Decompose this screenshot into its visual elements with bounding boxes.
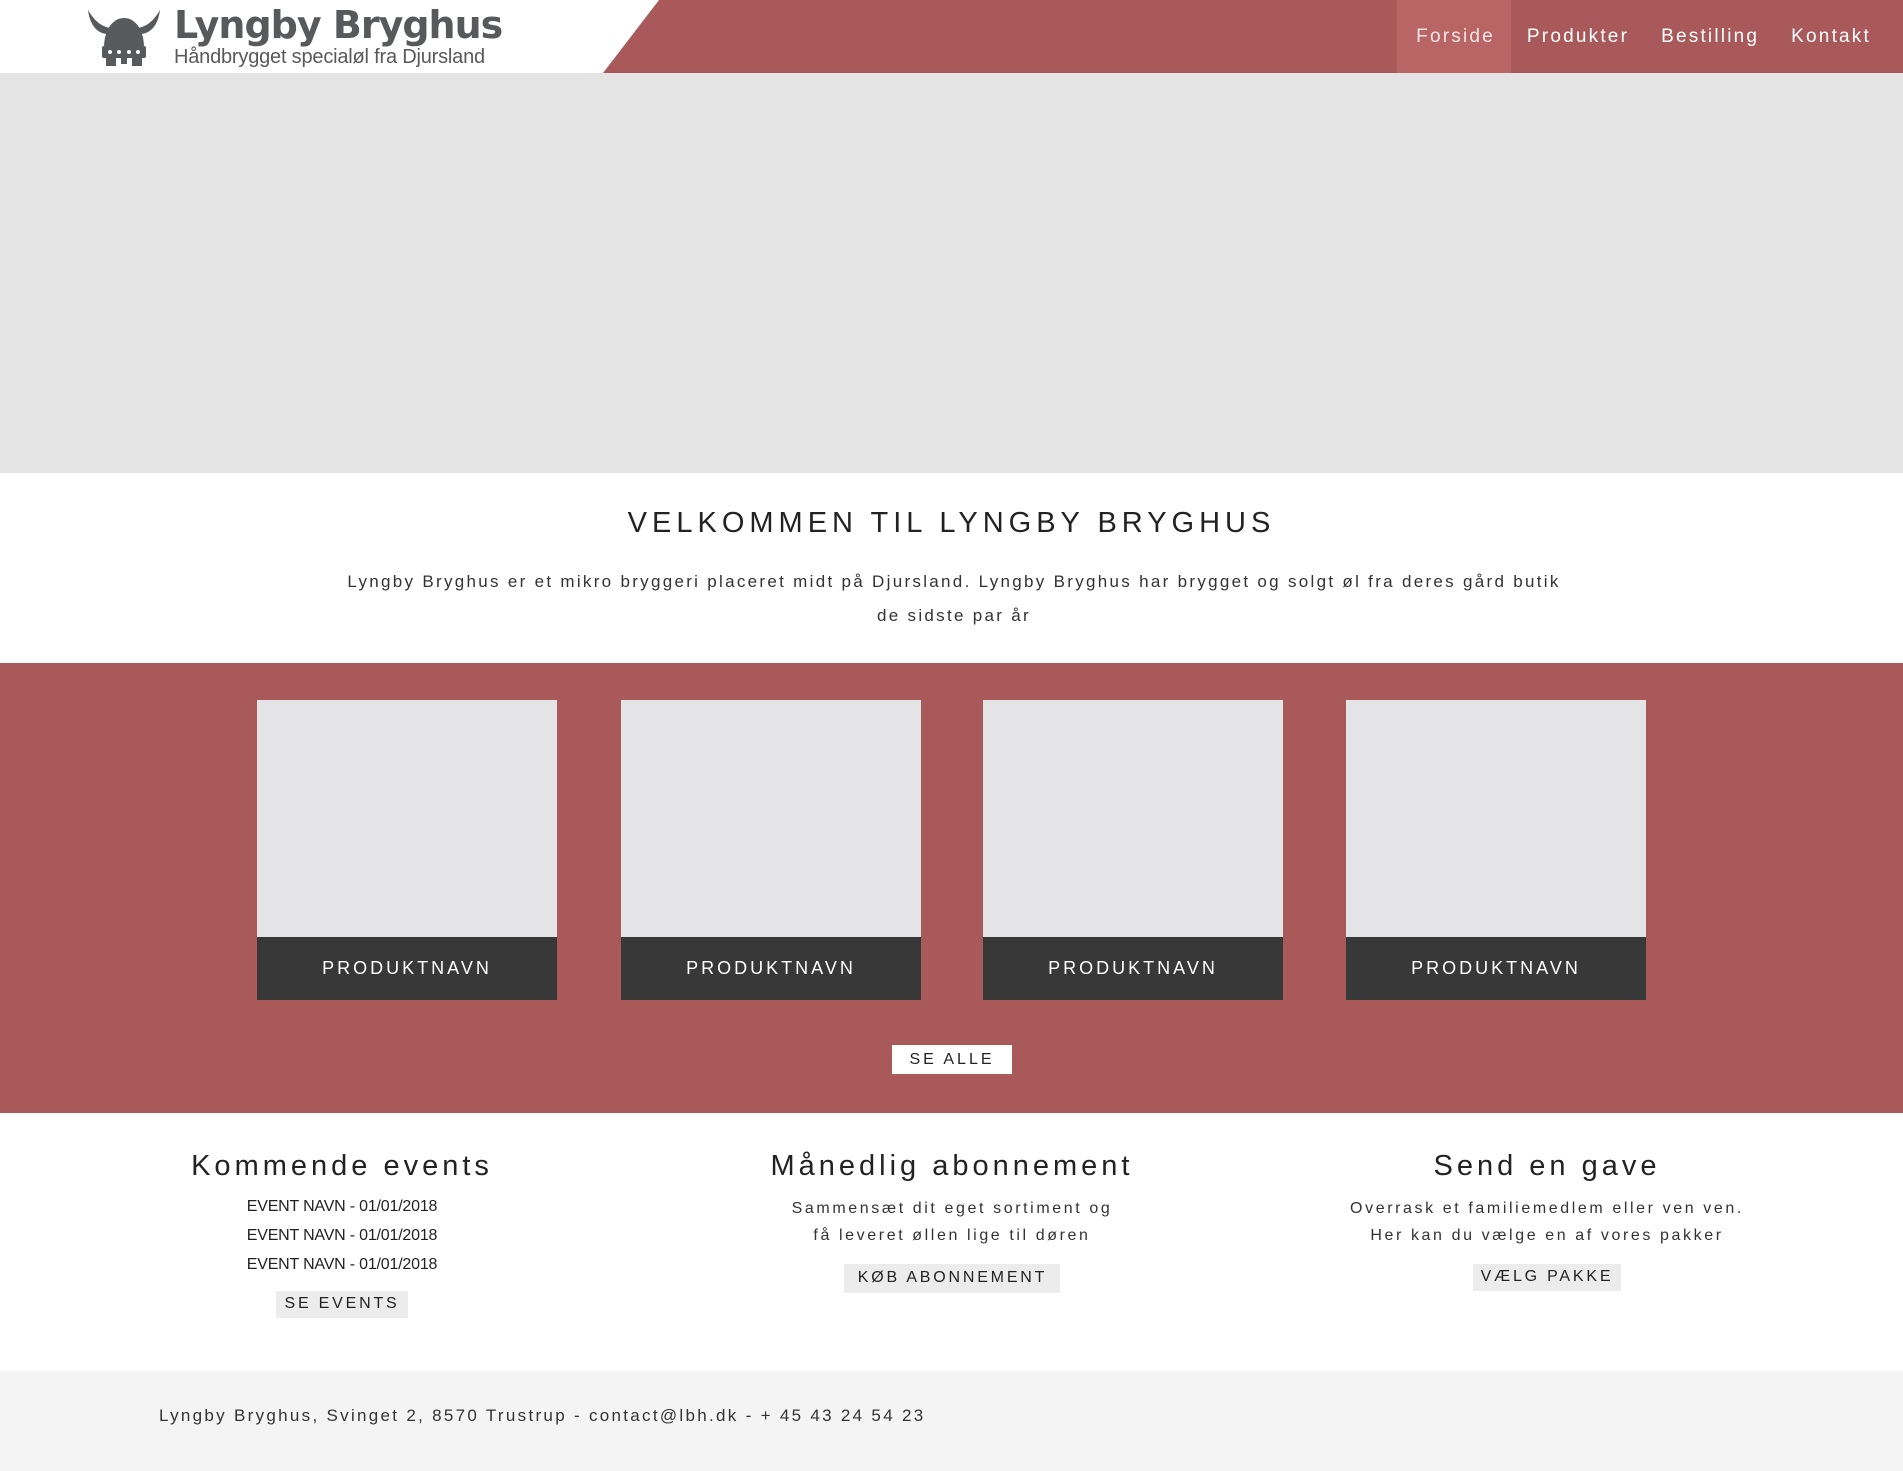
main-nav: Forside Produkter Bestilling Kontakt	[1397, 0, 1887, 73]
brand-title: Lyngby Bryghus	[174, 2, 503, 47]
gift-title: Send en gave	[1433, 1150, 1661, 1182]
logo[interactable]: Lyngby Bryghus Håndbrygget specialøl fra…	[86, 2, 503, 70]
gift-text-line1: Overrask et familiemedlem eller ven ven.	[1350, 1200, 1744, 1217]
footer-contact-text: Lyngby Bryghus, Svinget 2, 8570 Trustrup…	[159, 1406, 926, 1425]
see-events-button[interactable]: SE EVENTS	[276, 1291, 408, 1318]
product-image-placeholder	[621, 700, 921, 937]
subscription-text-line2: få leveret øllen lige til døren	[813, 1227, 1091, 1244]
gift-text-line2: Her kan du vælge en af vores pakker	[1370, 1227, 1724, 1244]
gift-text: Overrask et familiemedlem eller ven ven.…	[1267, 1195, 1827, 1249]
welcome-text: Lyngby Bryghus er et mikro bryggeri plac…	[347, 572, 1561, 625]
see-all-button[interactable]: SE ALLE	[892, 1045, 1012, 1074]
events-title: Kommende events	[191, 1150, 493, 1182]
product-card[interactable]: PRODUKTNAVN	[983, 700, 1283, 1000]
nav-item-produkter[interactable]: Produkter	[1511, 0, 1645, 73]
event-item[interactable]: EVENT NAVN - 01/01/2018	[62, 1221, 622, 1250]
product-card[interactable]: PRODUKTNAVN	[257, 700, 557, 1000]
subscription-title: Månedlig abonnement	[770, 1150, 1134, 1182]
nav-item-forside[interactable]: Forside	[1397, 0, 1511, 73]
product-name: PRODUKTNAVN	[257, 937, 557, 1000]
logo-text: Lyngby Bryghus Håndbrygget specialøl fra…	[174, 2, 503, 68]
event-list: EVENT NAVN - 01/01/2018 EVENT NAVN - 01/…	[62, 1192, 622, 1279]
welcome-section: VELKOMMEN TIL LYNGBY BRYGHUS Lyngby Bryg…	[0, 473, 1903, 663]
event-item[interactable]: EVENT NAVN - 01/01/2018	[62, 1250, 622, 1279]
product-image-placeholder	[1346, 700, 1646, 937]
nav-item-kontakt[interactable]: Kontakt	[1775, 0, 1887, 73]
subscription-column: Månedlig abonnement Sammensæt dit eget s…	[672, 1113, 1232, 1293]
subscription-text-line1: Sammensæt dit eget sortiment og	[791, 1200, 1113, 1217]
buy-subscription-button[interactable]: KØB ABONNEMENT	[843, 1264, 1061, 1293]
choose-package-button[interactable]: VÆLG PAKKE	[1472, 1264, 1622, 1291]
welcome-title: VELKOMMEN TIL LYNGBY BRYGHUS	[627, 507, 1276, 539]
product-name: PRODUKTNAVN	[1346, 937, 1646, 1000]
site-header: Lyngby Bryghus Håndbrygget specialøl fra…	[0, 0, 1903, 73]
event-item[interactable]: EVENT NAVN - 01/01/2018	[62, 1192, 622, 1221]
product-name: PRODUKTNAVN	[983, 937, 1283, 1000]
product-card[interactable]: PRODUKTNAVN	[621, 700, 921, 1000]
product-card[interactable]: PRODUKTNAVN	[1346, 700, 1646, 1000]
events-column: Kommende events EVENT NAVN - 01/01/2018 …	[62, 1113, 622, 1318]
product-name: PRODUKTNAVN	[621, 937, 921, 1000]
site-footer: Lyngby Bryghus, Svinget 2, 8570 Trustrup…	[0, 1371, 1903, 1471]
products-section: PRODUKTNAVN PRODUKTNAVN PRODUKTNAVN PROD…	[0, 663, 1903, 1113]
hero-image-placeholder	[0, 73, 1903, 473]
brand-tagline: Håndbrygget specialøl fra Djursland	[174, 45, 485, 68]
product-image-placeholder	[257, 700, 557, 937]
viking-helmet-icon	[88, 10, 160, 66]
subscription-text: Sammensæt dit eget sortiment og få lever…	[672, 1195, 1232, 1249]
gift-column: Send en gave Overrask et familiemedlem e…	[1267, 1113, 1827, 1291]
product-image-placeholder	[983, 700, 1283, 937]
nav-item-bestilling[interactable]: Bestilling	[1645, 0, 1775, 73]
